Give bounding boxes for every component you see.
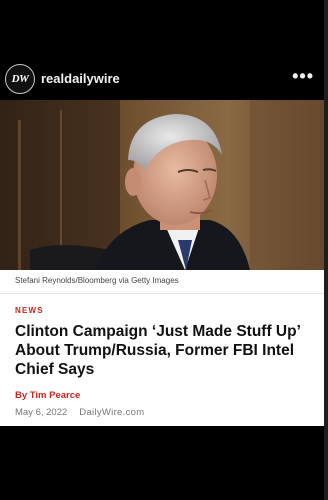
article-headline[interactable]: Clinton Campaign ‘Just Made Stuff Up’ Ab… bbox=[15, 322, 315, 379]
screen-edge bbox=[324, 0, 328, 500]
more-horizontal-icon[interactable]: ••• bbox=[292, 66, 314, 87]
avatar[interactable]: DW bbox=[5, 64, 35, 94]
username[interactable]: realdailywire bbox=[41, 71, 120, 86]
article-site: DailyWire.com bbox=[79, 407, 145, 418]
post-header: DW realdailywire ••• bbox=[0, 62, 324, 96]
article-meta: May 6, 2022 DailyWire.com bbox=[15, 407, 144, 418]
divider bbox=[0, 293, 324, 294]
article-card[interactable]: Stefani Reynolds/Bloomberg via Getty Ima… bbox=[0, 100, 324, 426]
article-date: May 6, 2022 bbox=[15, 407, 68, 418]
avatar-logo: DW bbox=[11, 73, 29, 85]
section-label: NEWS bbox=[15, 306, 44, 315]
article-byline: By Tim Pearce bbox=[15, 390, 81, 401]
article-photo bbox=[0, 100, 324, 270]
photo-caption: Stefani Reynolds/Bloomberg via Getty Ima… bbox=[15, 276, 179, 285]
